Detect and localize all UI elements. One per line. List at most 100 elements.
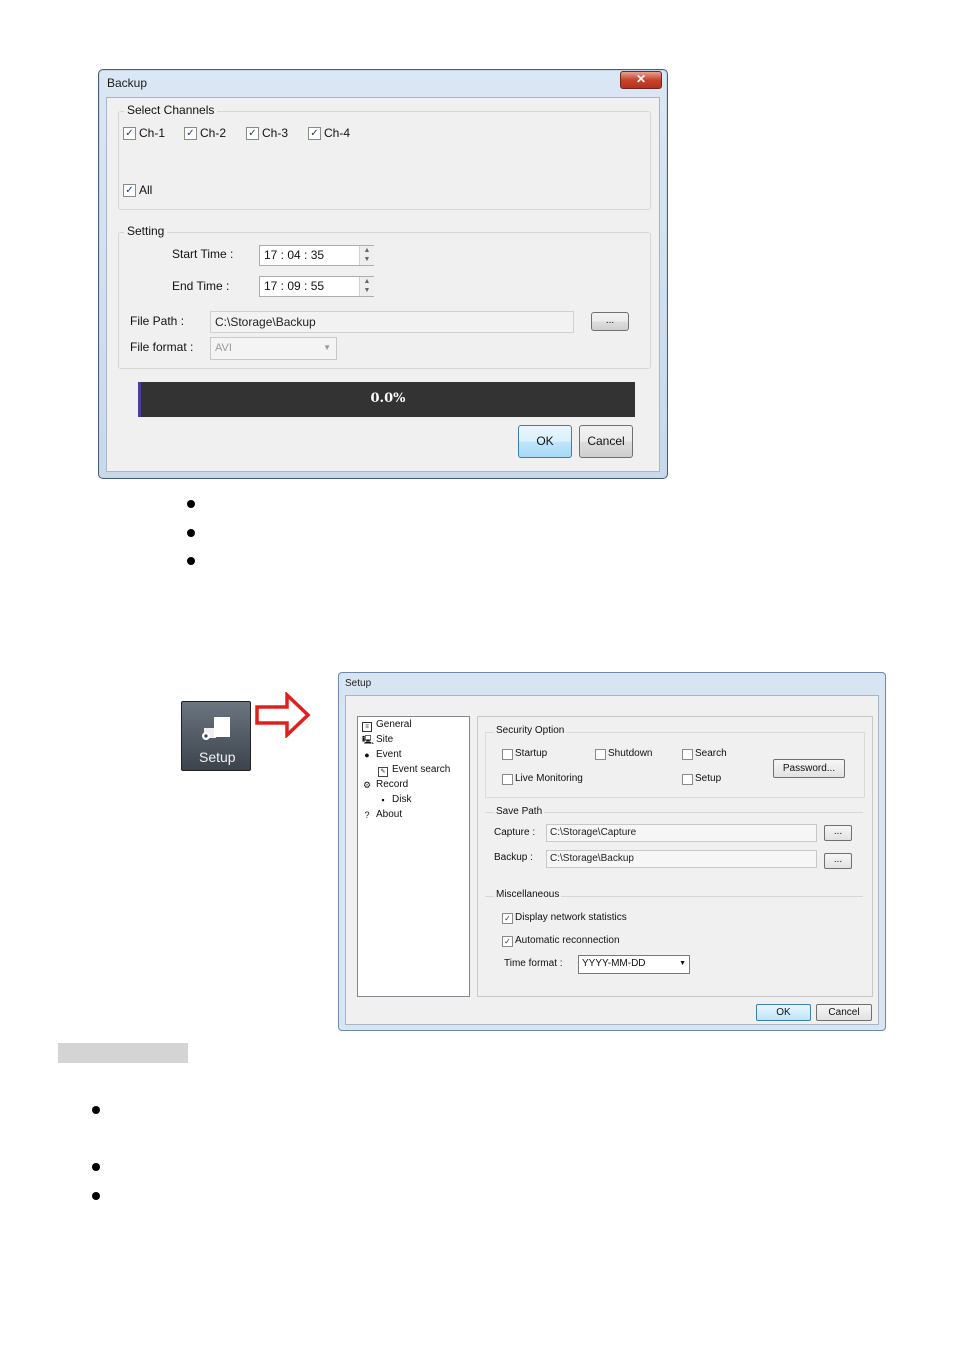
ch-2-label: Ch-2 bbox=[200, 126, 227, 140]
security-option-legend: Security Option bbox=[494, 725, 567, 736]
setup-ok-button[interactable]: OK bbox=[756, 1004, 811, 1021]
capture-label: Capture : bbox=[494, 827, 536, 838]
save-path-legend: Save Path bbox=[494, 806, 545, 817]
file-path-label: File Path : bbox=[130, 314, 185, 328]
tree-item-record[interactable]: ⚙ Record bbox=[362, 779, 408, 790]
end-time-spinner[interactable]: ▲ ▼ bbox=[359, 277, 374, 296]
chevron-down-icon: ▼ bbox=[323, 343, 331, 352]
tree-item-about[interactable]: ? About bbox=[362, 809, 402, 820]
tree-item-general[interactable]: ≡ General bbox=[362, 719, 412, 732]
file-format-value: AVI bbox=[215, 342, 232, 354]
chevron-down-icon: ▼ bbox=[679, 960, 686, 967]
shutdown-label: Shutdown bbox=[608, 748, 653, 759]
bullet-marker bbox=[92, 1163, 100, 1171]
bullet-marker bbox=[92, 1192, 100, 1200]
automatic-reconnection-checkbox[interactable]: ✓ bbox=[502, 936, 513, 947]
start-time-spinner[interactable]: ▲ ▼ bbox=[359, 246, 374, 265]
bullet-marker bbox=[92, 1106, 100, 1114]
time-format-value: YYYY-MM-DD bbox=[582, 958, 646, 969]
tree-item-label: Event bbox=[376, 749, 402, 760]
file-path-field[interactable]: C:\Storage\Backup bbox=[210, 311, 574, 333]
live-monitoring-checkbox[interactable] bbox=[502, 774, 513, 785]
file-path-browse-button[interactable]: ... bbox=[591, 312, 629, 331]
setup-gear-icon bbox=[202, 717, 230, 740]
backup-progress-bar: 0.0% bbox=[138, 382, 635, 417]
setup-checkbox[interactable] bbox=[682, 774, 693, 785]
tree-item-event-search[interactable]: ✎ Event search bbox=[378, 764, 450, 777]
ok-button[interactable]: OK bbox=[518, 425, 572, 458]
tree-item-disk[interactable]: ▪ Disk bbox=[378, 794, 411, 805]
tree-item-site[interactable]: 🖳 Site bbox=[362, 734, 393, 745]
setup-tile-button[interactable]: Setup bbox=[181, 701, 251, 771]
setup-window: Setup ≡ General 🖳 Site ● Event ✎ Event searc… bbox=[338, 672, 886, 1031]
ch-2-checkbox[interactable]: ✓ bbox=[184, 127, 197, 140]
tree-item-event[interactable]: ● Event bbox=[362, 749, 402, 760]
all-channels-checkbox[interactable]: ✓ bbox=[123, 184, 136, 197]
event-search-icon: ✎ bbox=[378, 767, 388, 777]
bullet-marker bbox=[187, 557, 195, 565]
setup-client-area: ≡ General 🖳 Site ● Event ✎ Event search ⚙ Rec… bbox=[345, 695, 879, 1025]
ch-1-checkbox[interactable]: ✓ bbox=[123, 127, 136, 140]
ch-4-checkbox[interactable]: ✓ bbox=[308, 127, 321, 140]
start-time-label: Start Time : bbox=[172, 247, 234, 261]
section-heading-bar bbox=[58, 1043, 188, 1063]
time-format-label: Time format : bbox=[504, 958, 563, 969]
ch-3-label: Ch-3 bbox=[262, 126, 289, 140]
tree-item-label: Site bbox=[376, 734, 394, 745]
cancel-button[interactable]: Cancel bbox=[579, 425, 633, 458]
select-channels-group bbox=[118, 111, 651, 210]
disk-icon: ▪ bbox=[381, 795, 385, 805]
tree-item-label: Event search bbox=[392, 764, 451, 775]
capture-path-field[interactable]: C:\Storage\Capture bbox=[546, 824, 817, 842]
file-format-select[interactable]: AVI ▼ bbox=[210, 337, 337, 360]
setup-cancel-button[interactable]: Cancel bbox=[816, 1004, 872, 1021]
ch-1-label: Ch-1 bbox=[139, 126, 166, 140]
red-outline-right-arrow-icon bbox=[255, 692, 311, 738]
bullet-marker bbox=[187, 529, 195, 537]
backup-window-title: Backup bbox=[107, 76, 148, 90]
site-icon: 🖳 bbox=[362, 735, 375, 745]
shutdown-checkbox[interactable] bbox=[595, 749, 606, 760]
startup-checkbox[interactable] bbox=[502, 749, 513, 760]
backup-browse-button[interactable]: ... bbox=[824, 853, 852, 869]
select-channels-legend: Select Channels bbox=[124, 103, 218, 117]
setup-nav-tree: ≡ General 🖳 Site ● Event ✎ Event search ⚙ Rec… bbox=[357, 716, 470, 997]
backup-client-area: Select Channels ✓ Ch-1 ✓ Ch-2 ✓ Ch-3 ✓ C… bbox=[106, 97, 660, 472]
setup-window-title: Setup bbox=[345, 678, 372, 689]
backup-window: Backup ✕ Select Channels ✓ Ch-1 ✓ Ch-2 ✓… bbox=[98, 69, 668, 479]
bullet-marker bbox=[187, 500, 195, 508]
startup-label: Startup bbox=[515, 748, 548, 759]
record-icon: ⚙ bbox=[362, 780, 372, 790]
tree-item-label: Record bbox=[376, 779, 409, 790]
save-path-group bbox=[485, 812, 863, 879]
setting-legend: Setting bbox=[124, 224, 168, 238]
end-time-input[interactable]: 17 : 09 : 55 bbox=[259, 276, 374, 297]
display-network-stats-label: Display network statistics bbox=[515, 912, 627, 923]
file-format-label: File format : bbox=[130, 340, 194, 354]
backup-label: Backup : bbox=[494, 852, 533, 863]
backup-path-field[interactable]: C:\Storage\Backup bbox=[546, 850, 817, 868]
about-icon: ? bbox=[364, 810, 370, 820]
backup-progress-text: 0.0% bbox=[370, 391, 406, 406]
ch-3-checkbox[interactable]: ✓ bbox=[246, 127, 259, 140]
all-channels-label: All bbox=[139, 183, 153, 197]
tree-item-label: General bbox=[376, 719, 412, 730]
miscellaneous-legend: Miscellaneous bbox=[494, 889, 562, 900]
capture-browse-button[interactable]: ... bbox=[824, 825, 852, 841]
setup-option-label: Setup bbox=[695, 773, 722, 784]
general-icon: ≡ bbox=[362, 722, 372, 732]
time-format-select[interactable]: YYYY-MM-DD ▼ bbox=[578, 955, 690, 974]
setup-tile-label: Setup bbox=[199, 749, 236, 765]
search-checkbox[interactable] bbox=[682, 749, 693, 760]
password-button[interactable]: Password... bbox=[773, 759, 845, 778]
tree-item-label: Disk bbox=[392, 794, 412, 805]
event-icon: ● bbox=[364, 750, 370, 760]
end-time-label: End Time : bbox=[172, 279, 230, 293]
display-network-stats-checkbox[interactable]: ✓ bbox=[502, 913, 513, 924]
start-time-input[interactable]: 17 : 04 : 35 bbox=[259, 245, 374, 266]
automatic-reconnection-label: Automatic reconnection bbox=[515, 935, 620, 946]
live-monitoring-label: Live Monitoring bbox=[515, 773, 583, 784]
tree-item-label: About bbox=[376, 809, 403, 820]
search-label: Search bbox=[695, 748, 727, 759]
close-icon[interactable]: ✕ bbox=[620, 71, 662, 89]
